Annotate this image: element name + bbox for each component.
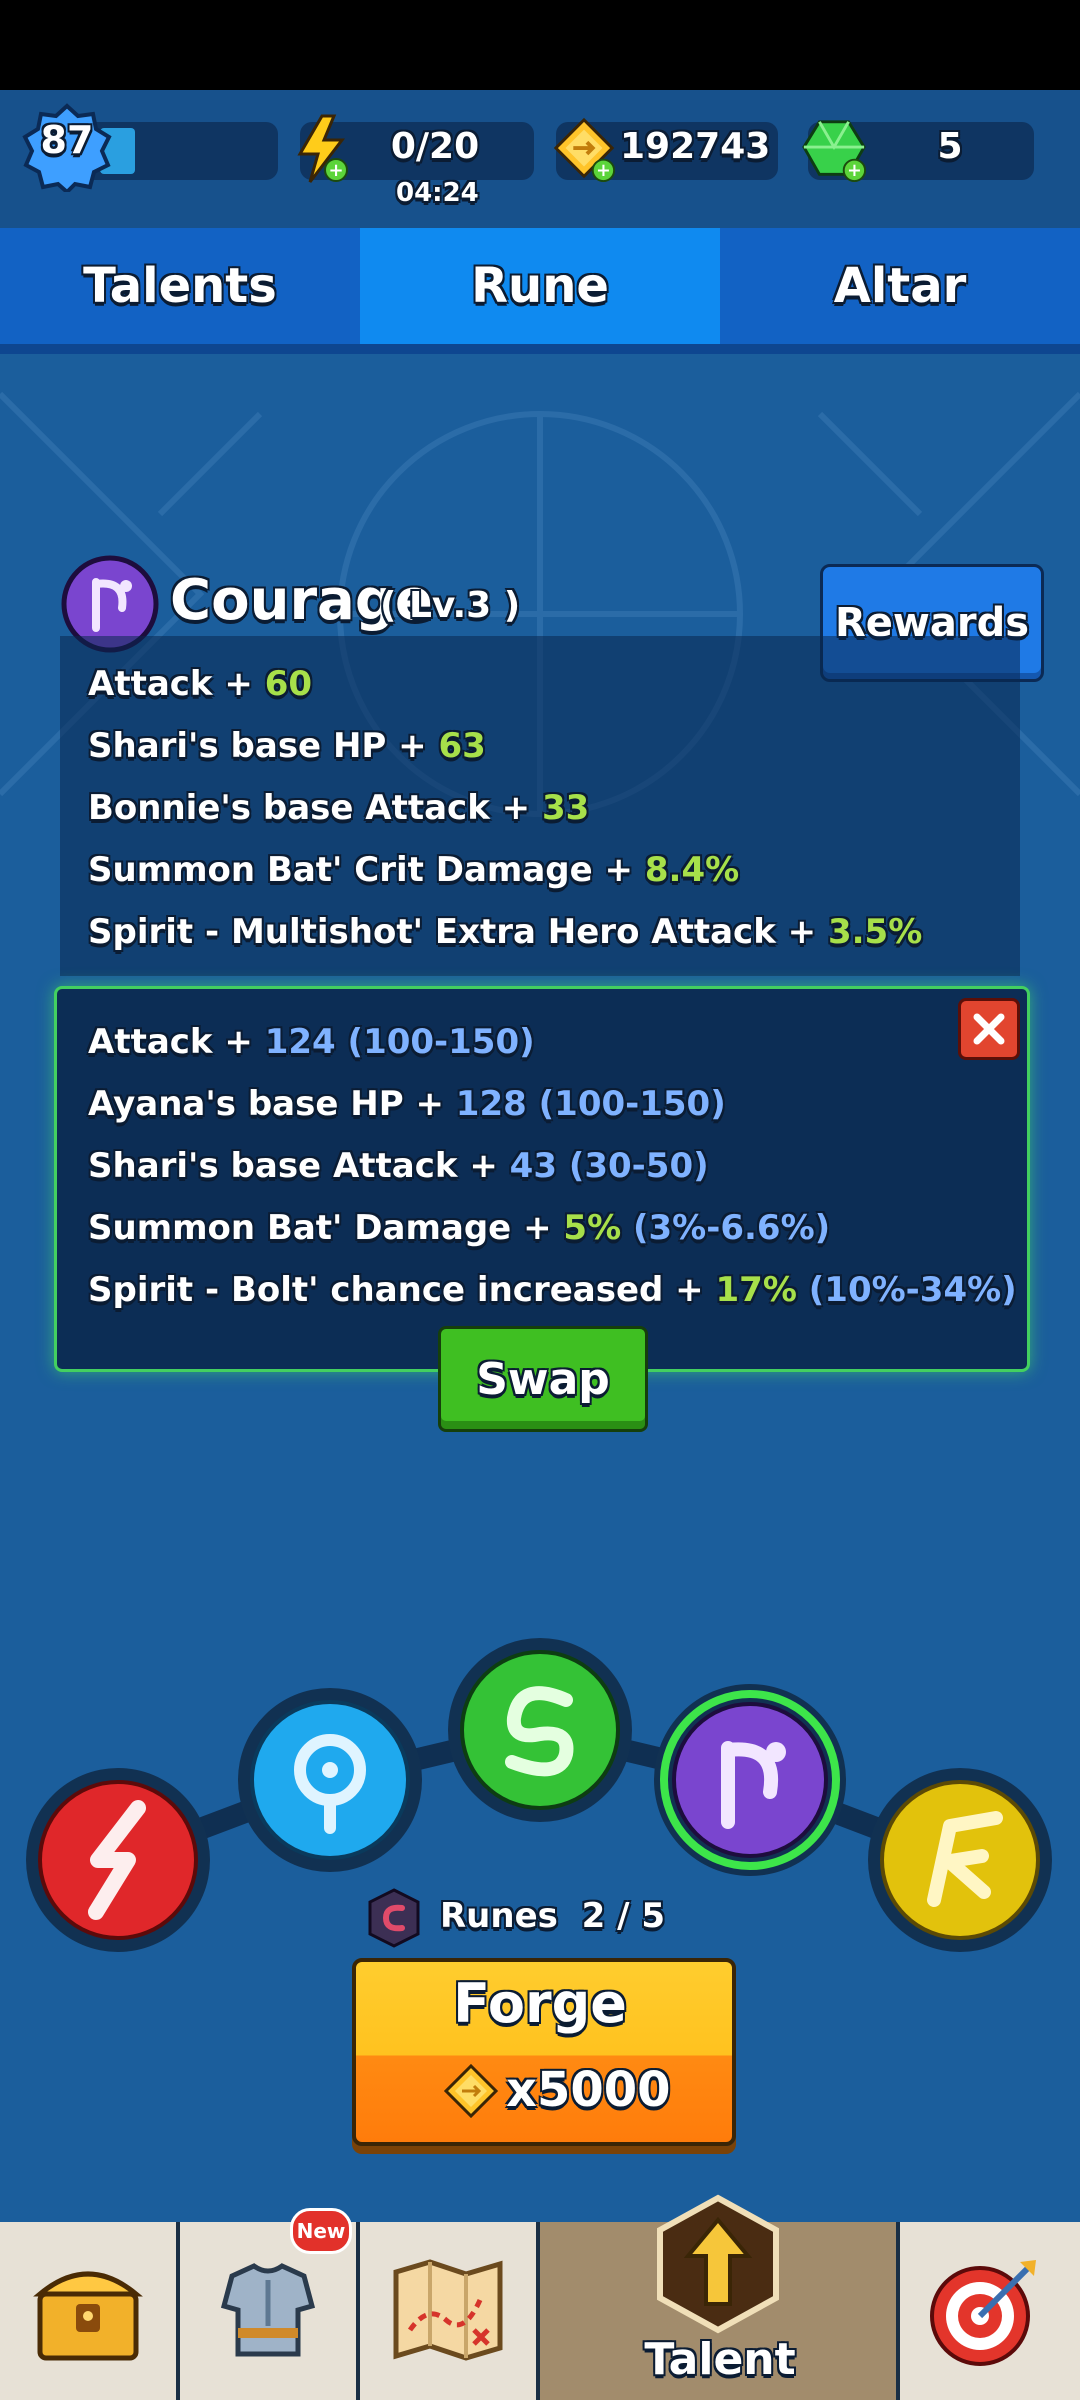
energy-value: 0/20	[390, 126, 480, 167]
svg-text:+: +	[328, 160, 343, 181]
close-icon[interactable]	[958, 998, 1020, 1060]
new-stat-row: Spirit - Bolt' chance increased + 17% (1…	[88, 1270, 1017, 1310]
svg-text:+: +	[596, 161, 611, 181]
gold-coin-icon[interactable]: +	[550, 116, 618, 184]
current-stat-row: Spirit - Multishot' Extra Hero Attack + …	[88, 912, 923, 952]
new-stat-row: Shari's base Attack + 43 (30-50)	[88, 1146, 709, 1186]
player-level: 87	[40, 118, 94, 162]
rune-level: ( Lv.3 )	[380, 585, 521, 626]
runes-count: Runes 2 / 5	[440, 1896, 665, 1936]
treasure-chest-icon	[33, 2271, 143, 2361]
rune-stone-icon	[368, 1888, 420, 1948]
resource-bar: 87 + 0/20 04:24 + 192743 + 5	[0, 90, 1080, 228]
energy-lightning-icon[interactable]: +	[292, 114, 352, 184]
gold-coin-icon	[444, 2064, 498, 2118]
new-stat-row: Ayana's base HP + 128 (100-150)	[88, 1084, 726, 1124]
current-stat-row: Summon Bat' Crit Damage + 8.4%	[88, 850, 740, 890]
green-rune-slot[interactable]	[448, 1638, 632, 1822]
tab-rune[interactable]: Rune	[360, 228, 720, 344]
yellow-rune-slot[interactable]	[868, 1768, 1052, 1952]
tab-talents[interactable]: Talents	[0, 228, 360, 344]
target-icon	[930, 2260, 1036, 2366]
new-stat-row: Attack + 124 (100-150)	[88, 1022, 535, 1062]
new-stat-row: Summon Bat' Damage + 5% (3%-6.6%)	[88, 1208, 831, 1248]
purple-rune-slot-selected[interactable]	[654, 1684, 846, 1876]
blue-rune-slot[interactable]	[238, 1688, 422, 1872]
armor-icon	[220, 2263, 316, 2357]
nav-challenge[interactable]	[900, 2222, 1080, 2400]
nav-chest[interactable]	[0, 2222, 180, 2400]
current-stat-row: Bonnie's base Attack + 33	[88, 788, 590, 828]
nav-map[interactable]	[360, 2222, 540, 2400]
talent-arrow-icon	[657, 2194, 779, 2334]
nav-talent-label: Talent	[644, 2334, 796, 2385]
gold-value: 192743	[620, 126, 771, 167]
forge-cost: x5000	[506, 2062, 671, 2118]
svg-text:+: +	[847, 161, 862, 181]
status-bar	[0, 0, 1080, 90]
forge-button-label: Forge	[453, 1972, 627, 2035]
map-icon	[393, 2259, 503, 2361]
energy-timer: 04:24	[396, 178, 479, 208]
swap-button[interactable]: Swap	[438, 1326, 648, 1432]
new-badge: New	[290, 2208, 352, 2254]
current-stat-row: Attack + 60	[88, 664, 313, 704]
tab-bar: Talents Rune Altar	[0, 228, 1080, 354]
gem-value: 5	[937, 126, 963, 167]
tab-altar[interactable]: Altar	[720, 228, 1080, 344]
gem-icon[interactable]: +	[800, 116, 868, 184]
red-rune-slot[interactable]	[26, 1768, 210, 1952]
current-stat-row: Shari's base HP + 63	[88, 726, 486, 766]
